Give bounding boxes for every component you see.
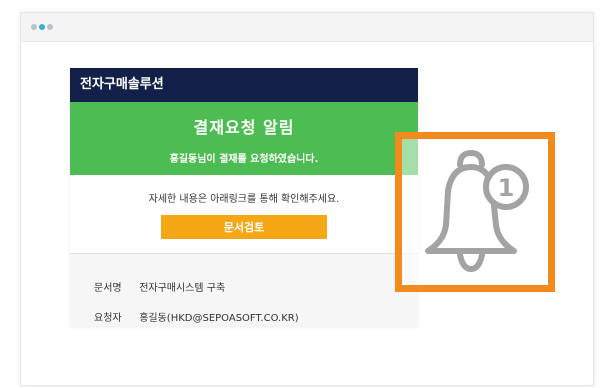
info-value-requester: 홍길동(HKD@SEPOASOFT.CO.KR) bbox=[139, 313, 299, 324]
bell-icon: 1 bbox=[425, 150, 529, 272]
approval-banner: 결재요청 알림 홍길동님이 결재를 요청하였습니다. bbox=[70, 102, 418, 175]
info-row-document: 문서명 전자구매시스템 구축 bbox=[94, 279, 225, 294]
info-label-document: 문서명 bbox=[94, 283, 122, 294]
notification-highlight-box: 1 bbox=[395, 132, 555, 292]
approval-email: 전자구매솔루션 결재요청 알림 홍길동님이 결재를 요청하였습니다. 자세한 내… bbox=[70, 68, 418, 326]
divider bbox=[70, 253, 418, 254]
info-label-requester: 요청자 bbox=[94, 313, 122, 324]
info-value-document: 전자구매시스템 구축 bbox=[139, 283, 226, 294]
window-dot-1 bbox=[31, 24, 37, 30]
banner-title: 결재요청 알림 bbox=[193, 118, 295, 137]
notification-count: 1 bbox=[498, 174, 515, 202]
banner-subtitle: 홍길동님이 결재를 요청하였습니다. bbox=[169, 154, 319, 165]
window-dot-2 bbox=[39, 24, 45, 30]
email-message: 자세한 내용은 아래링크를 통해 확인해주세요. bbox=[148, 194, 340, 205]
window-dot-3 bbox=[47, 24, 53, 30]
brand-name: 전자구매솔루션 bbox=[80, 77, 164, 92]
email-brand-header: 전자구매솔루션 bbox=[70, 68, 418, 102]
review-document-button[interactable]: 문서검토 bbox=[161, 215, 327, 239]
info-row-requester: 요청자 홍길동(HKD@SEPOASOFT.CO.KR) bbox=[94, 309, 299, 324]
window-titlebar bbox=[21, 13, 593, 42]
email-body: 자세한 내용은 아래링크를 통해 확인해주세요. 문서검토 bbox=[70, 175, 418, 253]
